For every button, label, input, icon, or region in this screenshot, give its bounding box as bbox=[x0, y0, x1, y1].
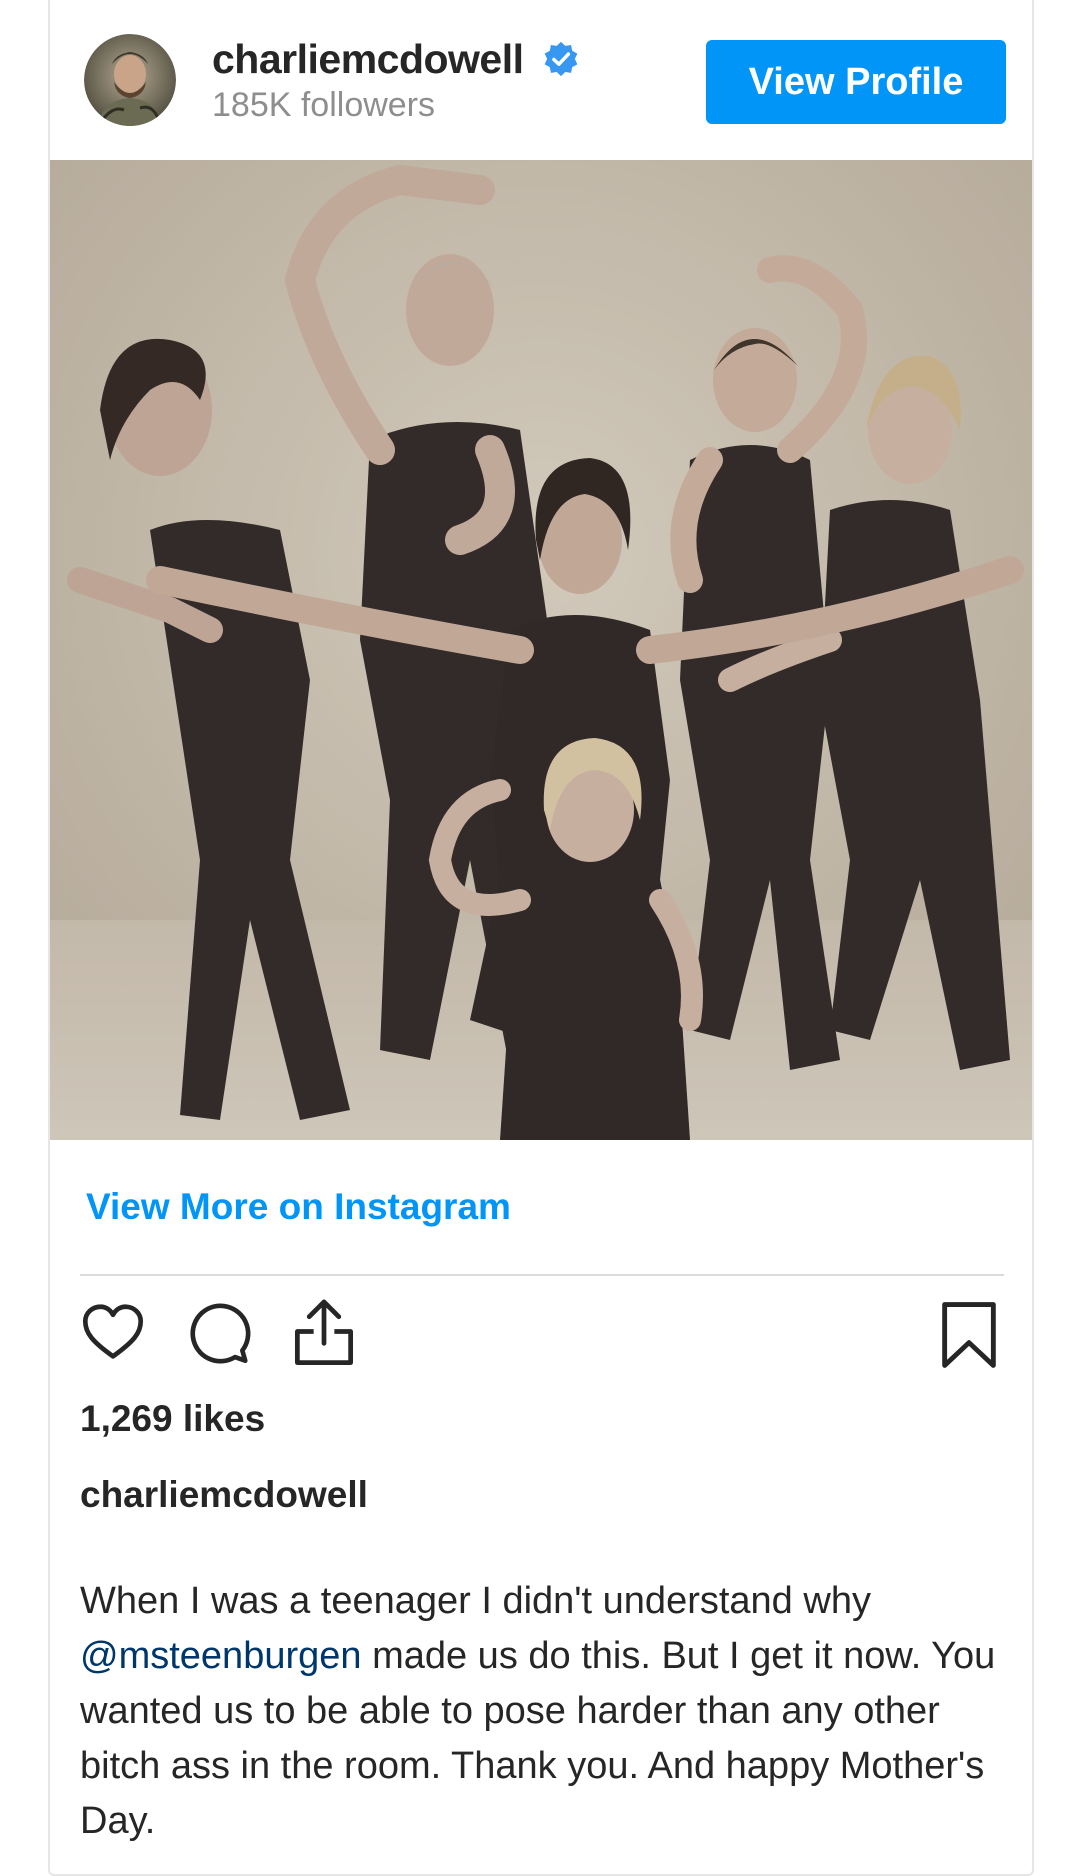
instagram-embed-card: charliemcdowell 185K followers View Prof… bbox=[48, 0, 1034, 1876]
avatar[interactable] bbox=[84, 34, 176, 126]
bookmark-icon[interactable] bbox=[938, 1300, 1000, 1370]
follower-count: 185K followers bbox=[212, 86, 436, 124]
post-caption: When I was a teenager I didn't understan… bbox=[80, 1574, 1010, 1849]
comment-icon[interactable] bbox=[184, 1298, 254, 1368]
post-header: charliemcdowell 185K followers View Prof… bbox=[50, 2, 1032, 158]
like-count: 1,269 likes bbox=[80, 1398, 266, 1439]
heart-icon[interactable] bbox=[78, 1298, 148, 1368]
divider bbox=[80, 1274, 1004, 1276]
verified-badge-icon bbox=[542, 40, 580, 78]
view-profile-button[interactable]: View Profile bbox=[706, 40, 1006, 124]
caption-text-before: When I was a teenager I didn't understan… bbox=[80, 1580, 871, 1622]
caption-mention-link[interactable]: @msteenburgen bbox=[80, 1635, 362, 1677]
share-icon[interactable] bbox=[288, 1296, 360, 1370]
post-image[interactable] bbox=[50, 160, 1032, 1140]
view-more-on-instagram-link[interactable]: View More on Instagram bbox=[86, 1186, 511, 1228]
caption-username[interactable]: charliemcdowell bbox=[80, 1474, 368, 1516]
username[interactable]: charliemcdowell bbox=[212, 36, 524, 83]
